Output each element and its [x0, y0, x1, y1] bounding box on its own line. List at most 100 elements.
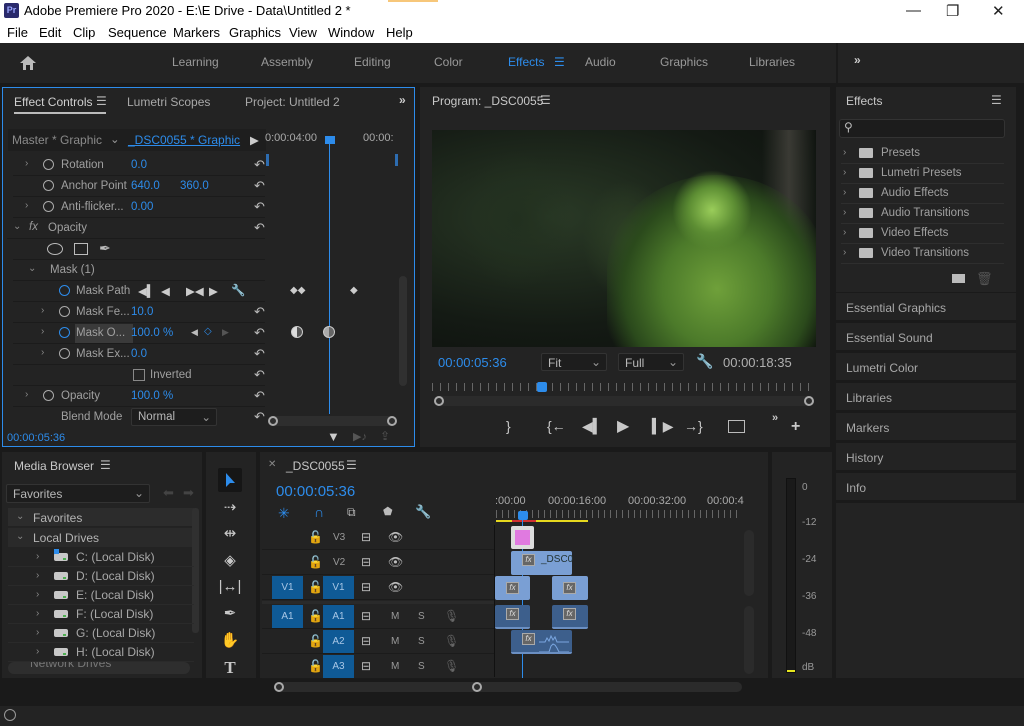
ec-zoom-scrollbar[interactable] [268, 416, 397, 426]
resolution-select[interactable]: Full ⌄ [618, 353, 684, 371]
tab-project[interactable]: Project: Untitled 2 [245, 95, 340, 109]
clip-v1-b[interactable]: fx [552, 576, 588, 600]
panel-essential-graphics[interactable]: Essential Graphics [836, 293, 1016, 322]
track-target-a3[interactable]: A3 [323, 655, 354, 678]
source-patch-v1[interactable]: V1 [272, 576, 303, 599]
expand-icon[interactable]: › [843, 167, 846, 178]
menu-file[interactable]: File [7, 25, 28, 40]
stopwatch-icon[interactable] [43, 159, 54, 170]
tab-lumetri-scopes[interactable]: Lumetri Scopes [127, 95, 210, 109]
clip-v1-a[interactable]: fx [495, 576, 530, 600]
group-network-drives-partial[interactable]: Network Drives [8, 662, 194, 668]
export-icon[interactable]: ⇪ [380, 429, 390, 443]
play-audio-icon[interactable]: ▶♪ [353, 430, 367, 443]
filter-icon[interactable]: ▼ [327, 429, 340, 444]
hand-tool[interactable]: ✋ [218, 631, 242, 653]
show-timeline-icon[interactable]: ▶ [250, 133, 259, 147]
lock-icon[interactable]: 🔓 [308, 580, 323, 594]
scroll-handle[interactable] [268, 416, 278, 426]
expand-icon[interactable]: › [36, 570, 39, 581]
track-next-icon[interactable]: ▶ [209, 284, 218, 298]
blend-mode-select[interactable]: Normal ⌄ [131, 408, 217, 426]
expand-icon[interactable]: › [41, 347, 44, 358]
stopwatch-icon[interactable] [59, 306, 70, 317]
track-prev-icon[interactable]: ◀ [161, 284, 170, 298]
workspace-libraries[interactable]: Libraries [749, 55, 795, 69]
media-browser-title[interactable]: Media Browser [14, 459, 94, 473]
solo-button[interactable]: S [418, 661, 425, 672]
reset-icon[interactable]: ↶ [254, 220, 265, 236]
graphic-clip-v3[interactable] [511, 526, 534, 549]
add-marker-icon[interactable]: ⬟ [383, 505, 393, 518]
timeline-ruler[interactable] [496, 510, 741, 518]
reset-icon[interactable]: ↶ [254, 199, 265, 215]
mask-opacity-value[interactable]: 100.0 % [131, 327, 173, 339]
scroll-handle[interactable] [804, 396, 814, 406]
reset-icon[interactable]: ↶ [254, 325, 265, 341]
effects-item-video-effects[interactable]: › Video Effects [841, 224, 1004, 244]
mask-feather-value[interactable]: 10.0 [131, 306, 153, 318]
mark-out-icon[interactable]: } [506, 418, 511, 434]
sync-lock-icon[interactable]: ⊟ [361, 609, 371, 623]
drive-e[interactable]: › E: (Local Disk) [8, 586, 194, 605]
clip-a1-b[interactable]: fx [552, 605, 588, 629]
keyframe-icon[interactable]: ◆ [350, 285, 358, 296]
menu-view[interactable]: View [289, 25, 317, 40]
expand-icon[interactable]: › [843, 227, 846, 238]
reset-icon[interactable]: ↶ [254, 157, 265, 173]
microphone-icon[interactable]: 🎙 [444, 634, 459, 648]
go-to-out-icon[interactable]: →} [684, 418, 703, 434]
effects-item-presets[interactable]: › Presets [841, 144, 1004, 164]
expand-icon[interactable]: › [25, 200, 28, 211]
workspace-assembly[interactable]: Assembly [261, 55, 313, 69]
panel-essential-sound[interactable]: Essential Sound [836, 323, 1016, 352]
expand-icon[interactable]: › [41, 305, 44, 316]
panel-menu-icon[interactable]: ☰ [991, 93, 1002, 107]
drive-g[interactable]: › G: (Local Disk) [8, 624, 194, 643]
mute-button[interactable]: M [391, 636, 399, 647]
slip-tool[interactable]: |↔| [218, 578, 242, 600]
menu-sequence[interactable]: Sequence [108, 25, 167, 40]
selection-tool[interactable] [218, 468, 242, 492]
drive-c[interactable]: › C: (Local Disk) [8, 548, 194, 567]
rectangle-mask-icon[interactable] [74, 243, 88, 255]
panel-info[interactable]: Info [836, 473, 1016, 502]
audio-tracks-scrollbar[interactable] [744, 606, 754, 674]
expand-icon[interactable]: › [843, 187, 846, 198]
microphone-icon[interactable]: 🎙 [444, 609, 459, 623]
sync-lock-icon[interactable]: ⊟ [361, 555, 371, 569]
solo-button[interactable]: S [418, 636, 425, 647]
location-select[interactable]: Favorites ⌄ [6, 484, 150, 503]
panel-libraries[interactable]: Libraries [836, 383, 1016, 412]
video-tracks-scrollbar[interactable] [744, 530, 754, 596]
anti-flicker-value[interactable]: 0.00 [131, 201, 153, 213]
ripple-edit-tool[interactable]: ⇹ [218, 524, 242, 546]
pen-tool[interactable]: ✒ [218, 604, 242, 626]
panel-menu-icon[interactable]: ☰ [346, 458, 357, 472]
wrench-icon[interactable]: 🔧 [231, 283, 245, 297]
close-button[interactable]: ✕ [992, 2, 1005, 20]
master-clip-label[interactable]: Master * Graphic [12, 133, 102, 147]
reset-icon[interactable]: ↶ [254, 409, 265, 425]
program-ruler[interactable] [432, 383, 812, 391]
effects-search-input[interactable]: ⚲ [839, 119, 1005, 138]
panel-lumetri-color[interactable]: Lumetri Color [836, 353, 1016, 382]
next-keyframe-icon[interactable]: ▶ [222, 327, 229, 338]
new-bin-icon[interactable] [952, 274, 965, 283]
wrench-icon[interactable]: 🔧 [696, 353, 713, 370]
drive-h[interactable]: › H: (Local Disk) [8, 643, 194, 662]
clip-v2[interactable]: fx _DSC0 [511, 551, 573, 575]
lock-icon[interactable]: 🔓 [308, 609, 323, 623]
eye-icon[interactable]: 👁 [388, 530, 403, 544]
expand-icon[interactable]: › [36, 589, 39, 600]
pen-mask-icon[interactable]: ✒ [99, 240, 111, 257]
workspace-overflow-icon[interactable]: » [854, 53, 861, 67]
linked-selection-icon[interactable]: ⧉ [347, 505, 356, 520]
menu-graphics[interactable]: Graphics [229, 25, 281, 40]
inverted-checkbox[interactable] [133, 369, 145, 381]
reset-icon[interactable]: ↶ [254, 367, 265, 383]
opacity-value[interactable]: 100.0 % [131, 390, 173, 402]
solo-button[interactable]: S [418, 611, 425, 622]
button-overflow-icon[interactable]: » [772, 412, 778, 424]
fx-icon[interactable]: fx [29, 221, 38, 233]
